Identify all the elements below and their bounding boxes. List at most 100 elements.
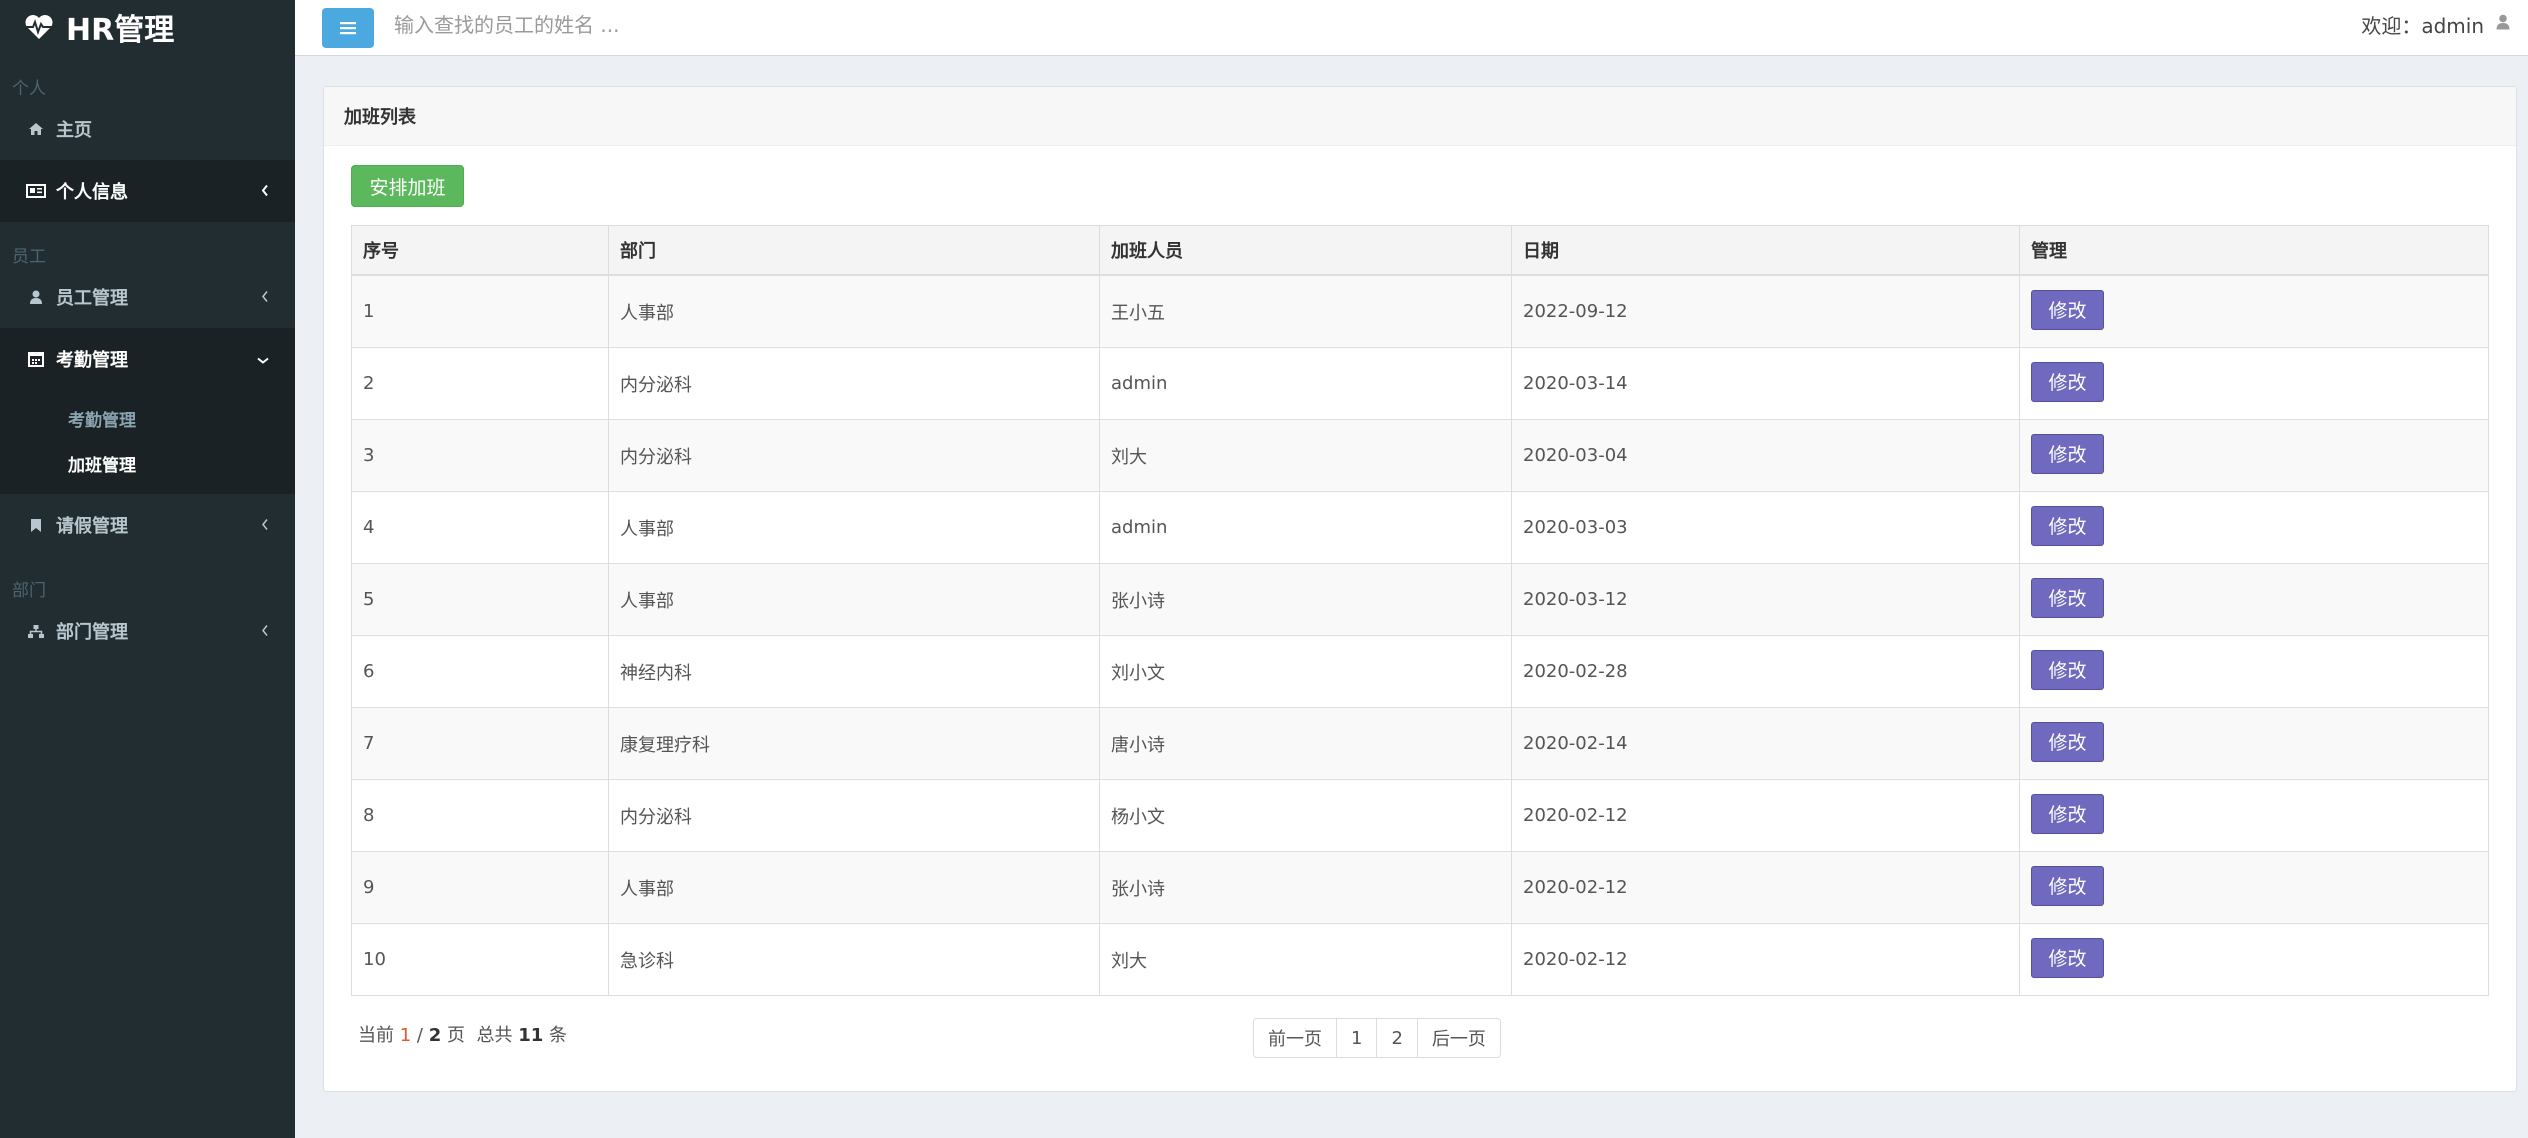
cell-manage: 修改 xyxy=(2019,419,2489,492)
edit-button[interactable]: 修改 xyxy=(2031,361,2104,402)
app-logo-text: HR管理 xyxy=(66,13,175,48)
item-word: 条 xyxy=(548,1025,567,1046)
cell-staff: 刘大 xyxy=(1099,923,1512,996)
cell-manage: 修改 xyxy=(2019,851,2489,924)
table-row: 7 康复理疗科 唐小诗 2020-02-14 修改 xyxy=(351,707,2489,780)
search-input[interactable] xyxy=(392,6,1096,44)
cell-date: 2020-03-04 xyxy=(1511,419,2020,492)
sidebar-header-dept: 部门 xyxy=(12,581,46,601)
table-header-row: 序号 部门 加班人员 日期 管理 xyxy=(351,225,2489,276)
cell-manage: 修改 xyxy=(2019,923,2489,996)
id-card-icon xyxy=(26,184,46,198)
user-icon[interactable] xyxy=(2496,14,2510,34)
sidebar-header-staff: 员工 xyxy=(12,247,46,267)
cell-date: 2020-02-12 xyxy=(1511,923,2020,996)
cell-department: 人事部 xyxy=(608,491,1100,564)
sidebar-item-label: 考勤管理 xyxy=(56,350,128,371)
overtime-table: 序号 部门 加班人员 日期 管理 1 人事部 王小五 2022-09-12 修改 2 内分泌… xyxy=(351,225,2489,996)
cell-staff: 刘大 xyxy=(1099,419,1512,492)
sidebar-header-personal: 个人 xyxy=(12,79,46,99)
calendar-icon xyxy=(26,351,46,367)
cell-index: 3 xyxy=(351,419,609,492)
cell-index: 10 xyxy=(351,923,609,996)
chevron-down-icon xyxy=(257,349,269,370)
home-icon xyxy=(26,122,46,136)
edit-button[interactable]: 修改 xyxy=(2031,865,2104,906)
column-header-index: 序号 xyxy=(351,225,609,276)
chevron-left-icon xyxy=(261,621,269,642)
cell-date: 2020-02-28 xyxy=(1511,635,2020,708)
sidebar-item-staff[interactable]: 员工管理 xyxy=(0,266,295,328)
sidebar-submenu-attendance: 考勤管理 加班管理 xyxy=(0,390,295,494)
cell-date: 2022-09-12 xyxy=(1511,274,2020,348)
edit-button[interactable]: 修改 xyxy=(2031,289,2104,330)
sidebar-subitem-overtime[interactable]: 加班管理 xyxy=(0,441,295,486)
sidebar-item-label: 个人信息 xyxy=(56,182,128,203)
cell-manage: 修改 xyxy=(2019,563,2489,636)
cell-date: 2020-03-14 xyxy=(1511,347,2020,420)
total-prefix: 总共 xyxy=(476,1025,513,1046)
cell-department: 内分泌科 xyxy=(608,779,1100,852)
edit-button[interactable]: 修改 xyxy=(2031,649,2104,690)
chevron-left-icon xyxy=(261,287,269,308)
user-icon xyxy=(26,290,46,305)
sidebar-item-dept[interactable]: 部门管理 xyxy=(0,600,295,662)
chevron-left-icon xyxy=(261,515,269,536)
sidebar-item-personal-info[interactable]: 个人信息 xyxy=(0,160,295,222)
cell-staff: 王小五 xyxy=(1099,274,1512,348)
chevron-left-icon xyxy=(261,181,269,202)
cell-staff: admin xyxy=(1099,347,1512,420)
cell-staff: 杨小文 xyxy=(1099,779,1512,852)
bookmark-icon xyxy=(26,518,46,533)
edit-button[interactable]: 修改 xyxy=(2031,433,2104,474)
sidebar-item-home[interactable]: 主页 xyxy=(0,98,295,160)
cell-staff: 唐小诗 xyxy=(1099,707,1512,780)
prev-page-button[interactable]: 前一页 xyxy=(1253,1018,1337,1058)
table-row: 1 人事部 王小五 2022-09-12 修改 xyxy=(351,274,2489,348)
sidebar-subitem-attendance[interactable]: 考勤管理 xyxy=(0,396,295,441)
cell-manage: 修改 xyxy=(2019,707,2489,780)
edit-button[interactable]: 修改 xyxy=(2031,793,2104,834)
cell-staff: 张小诗 xyxy=(1099,563,1512,636)
cell-index: 5 xyxy=(351,563,609,636)
pagination: 前一页 1 2 后一页 xyxy=(1253,1018,1501,1058)
cell-department: 内分泌科 xyxy=(608,419,1100,492)
next-page-button[interactable]: 后一页 xyxy=(1416,1018,1501,1058)
edit-button[interactable]: 修改 xyxy=(2031,937,2104,978)
cell-index: 7 xyxy=(351,707,609,780)
sidebar-toggle-button[interactable] xyxy=(322,8,374,48)
total-pages: 2 xyxy=(428,1025,442,1046)
add-overtime-button[interactable]: 安排加班 xyxy=(351,165,464,207)
top-navbar: 欢迎：admin xyxy=(295,0,2528,56)
cell-department: 神经内科 xyxy=(608,635,1100,708)
cell-index: 2 xyxy=(351,347,609,420)
page-separator: / xyxy=(416,1025,423,1046)
current-page: 1 xyxy=(399,1025,412,1046)
table-row: 6 神经内科 刘小文 2020-02-28 修改 xyxy=(351,635,2489,708)
welcome-text[interactable]: 欢迎：admin xyxy=(2361,10,2484,39)
sidebar: HR管理 个人 主页 个人信息 员工 员工管理 考勤管理 考勤管理 加班管理 请… xyxy=(0,0,295,1138)
table-row: 2 内分泌科 admin 2020-03-14 修改 xyxy=(351,347,2489,420)
heartbeat-icon xyxy=(25,15,53,40)
table-row: 8 内分泌科 杨小文 2020-02-12 修改 xyxy=(351,779,2489,852)
page-2-button[interactable]: 2 xyxy=(1376,1018,1418,1058)
cell-index: 1 xyxy=(351,274,609,348)
sidebar-item-attendance[interactable]: 考勤管理 xyxy=(0,328,295,390)
cell-index: 8 xyxy=(351,779,609,852)
page-1-button[interactable]: 1 xyxy=(1336,1018,1378,1058)
cell-date: 2020-03-12 xyxy=(1511,563,2020,636)
edit-button[interactable]: 修改 xyxy=(2031,577,2104,618)
cell-index: 4 xyxy=(351,491,609,564)
edit-button[interactable]: 修改 xyxy=(2031,721,2104,762)
total-items: 11 xyxy=(518,1025,544,1046)
cell-department: 内分泌科 xyxy=(608,347,1100,420)
edit-button[interactable]: 修改 xyxy=(2031,505,2104,546)
column-header-department: 部门 xyxy=(608,225,1100,276)
sitemap-icon xyxy=(26,624,46,639)
sidebar-item-label: 部门管理 xyxy=(56,622,128,643)
sidebar-item-leave[interactable]: 请假管理 xyxy=(0,494,295,556)
app-logo[interactable]: HR管理 xyxy=(0,0,295,54)
page-info-prefix: 当前 xyxy=(358,1025,394,1046)
cell-manage: 修改 xyxy=(2019,635,2489,708)
cell-date: 2020-02-14 xyxy=(1511,707,2020,780)
